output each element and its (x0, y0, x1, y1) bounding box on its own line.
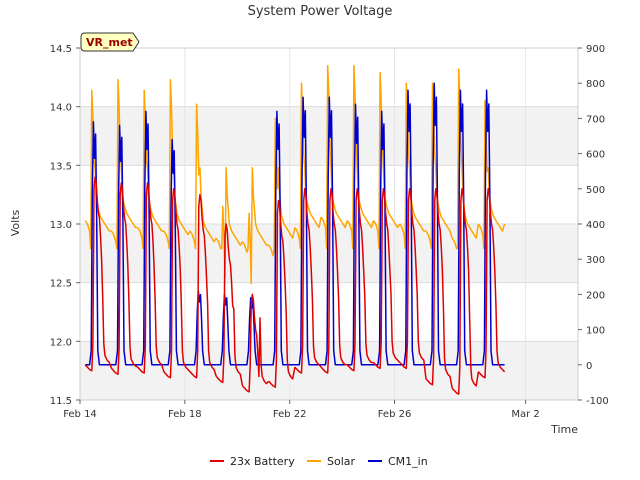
x-tick-label: Mar 2 (511, 409, 539, 420)
y-left-tick-label: 11.5 (50, 396, 72, 407)
y-left-tick-label: 12.0 (50, 337, 72, 348)
y-right-tick-label: 500 (586, 185, 605, 196)
y-left-axis: 11.5 12.0 12.5 13.0 13.5 14.0 14.5 (50, 44, 80, 407)
y-right-tick-label: 100 (586, 326, 605, 337)
vr-met-badge: VR_met (80, 32, 140, 52)
y-left-tick-label: 13.5 (50, 161, 72, 172)
y-right-tick-label: 200 (586, 290, 605, 301)
y-right-tick-label: 400 (586, 220, 605, 231)
y-left-tick-label: 13.0 (50, 220, 72, 231)
y-right-axis: -100 0 100 200 300 400 500 600 700 800 900 (578, 44, 609, 407)
y-right-tick-label: -100 (586, 396, 609, 407)
legend: 23x Battery Solar CM1_in (210, 455, 428, 468)
y-left-tick-label: 14.5 (50, 44, 72, 55)
legend-label: 23x Battery (230, 455, 295, 468)
legend-label: CM1_in (388, 455, 428, 468)
x-axis-label: Time (550, 423, 578, 436)
y-right-tick-label: 300 (586, 255, 605, 266)
x-tick-label: Feb 26 (378, 409, 412, 420)
y-right-tick-label: 700 (586, 114, 605, 125)
y-axis-label: Volts (9, 209, 22, 236)
y-left-tick-label: 12.5 (50, 279, 72, 290)
y-left-tick-label: 14.0 (50, 103, 72, 114)
x-tick-label: Feb 22 (273, 409, 307, 420)
y-right-tick-label: 800 (586, 79, 605, 90)
legend-label: Solar (327, 455, 356, 468)
badge-label: VR_met (86, 36, 133, 49)
x-axis: Feb 14 Feb 18 Feb 22 Feb 26 Mar 2 (63, 400, 540, 420)
x-tick-label: Feb 18 (168, 409, 202, 420)
y-right-tick-label: 0 (586, 361, 592, 372)
chart-container: System Power Voltage 11.5 12.0 12.5 13.0 13.… (0, 0, 640, 480)
x-tick-label: Feb 14 (63, 409, 97, 420)
y-right-tick-label: 600 (586, 150, 605, 161)
chart-svg: System Power Voltage 11.5 12.0 12.5 13.0 13.… (9, 4, 609, 468)
chart-title: System Power Voltage (248, 4, 393, 19)
y-right-tick-label: 900 (586, 44, 605, 55)
